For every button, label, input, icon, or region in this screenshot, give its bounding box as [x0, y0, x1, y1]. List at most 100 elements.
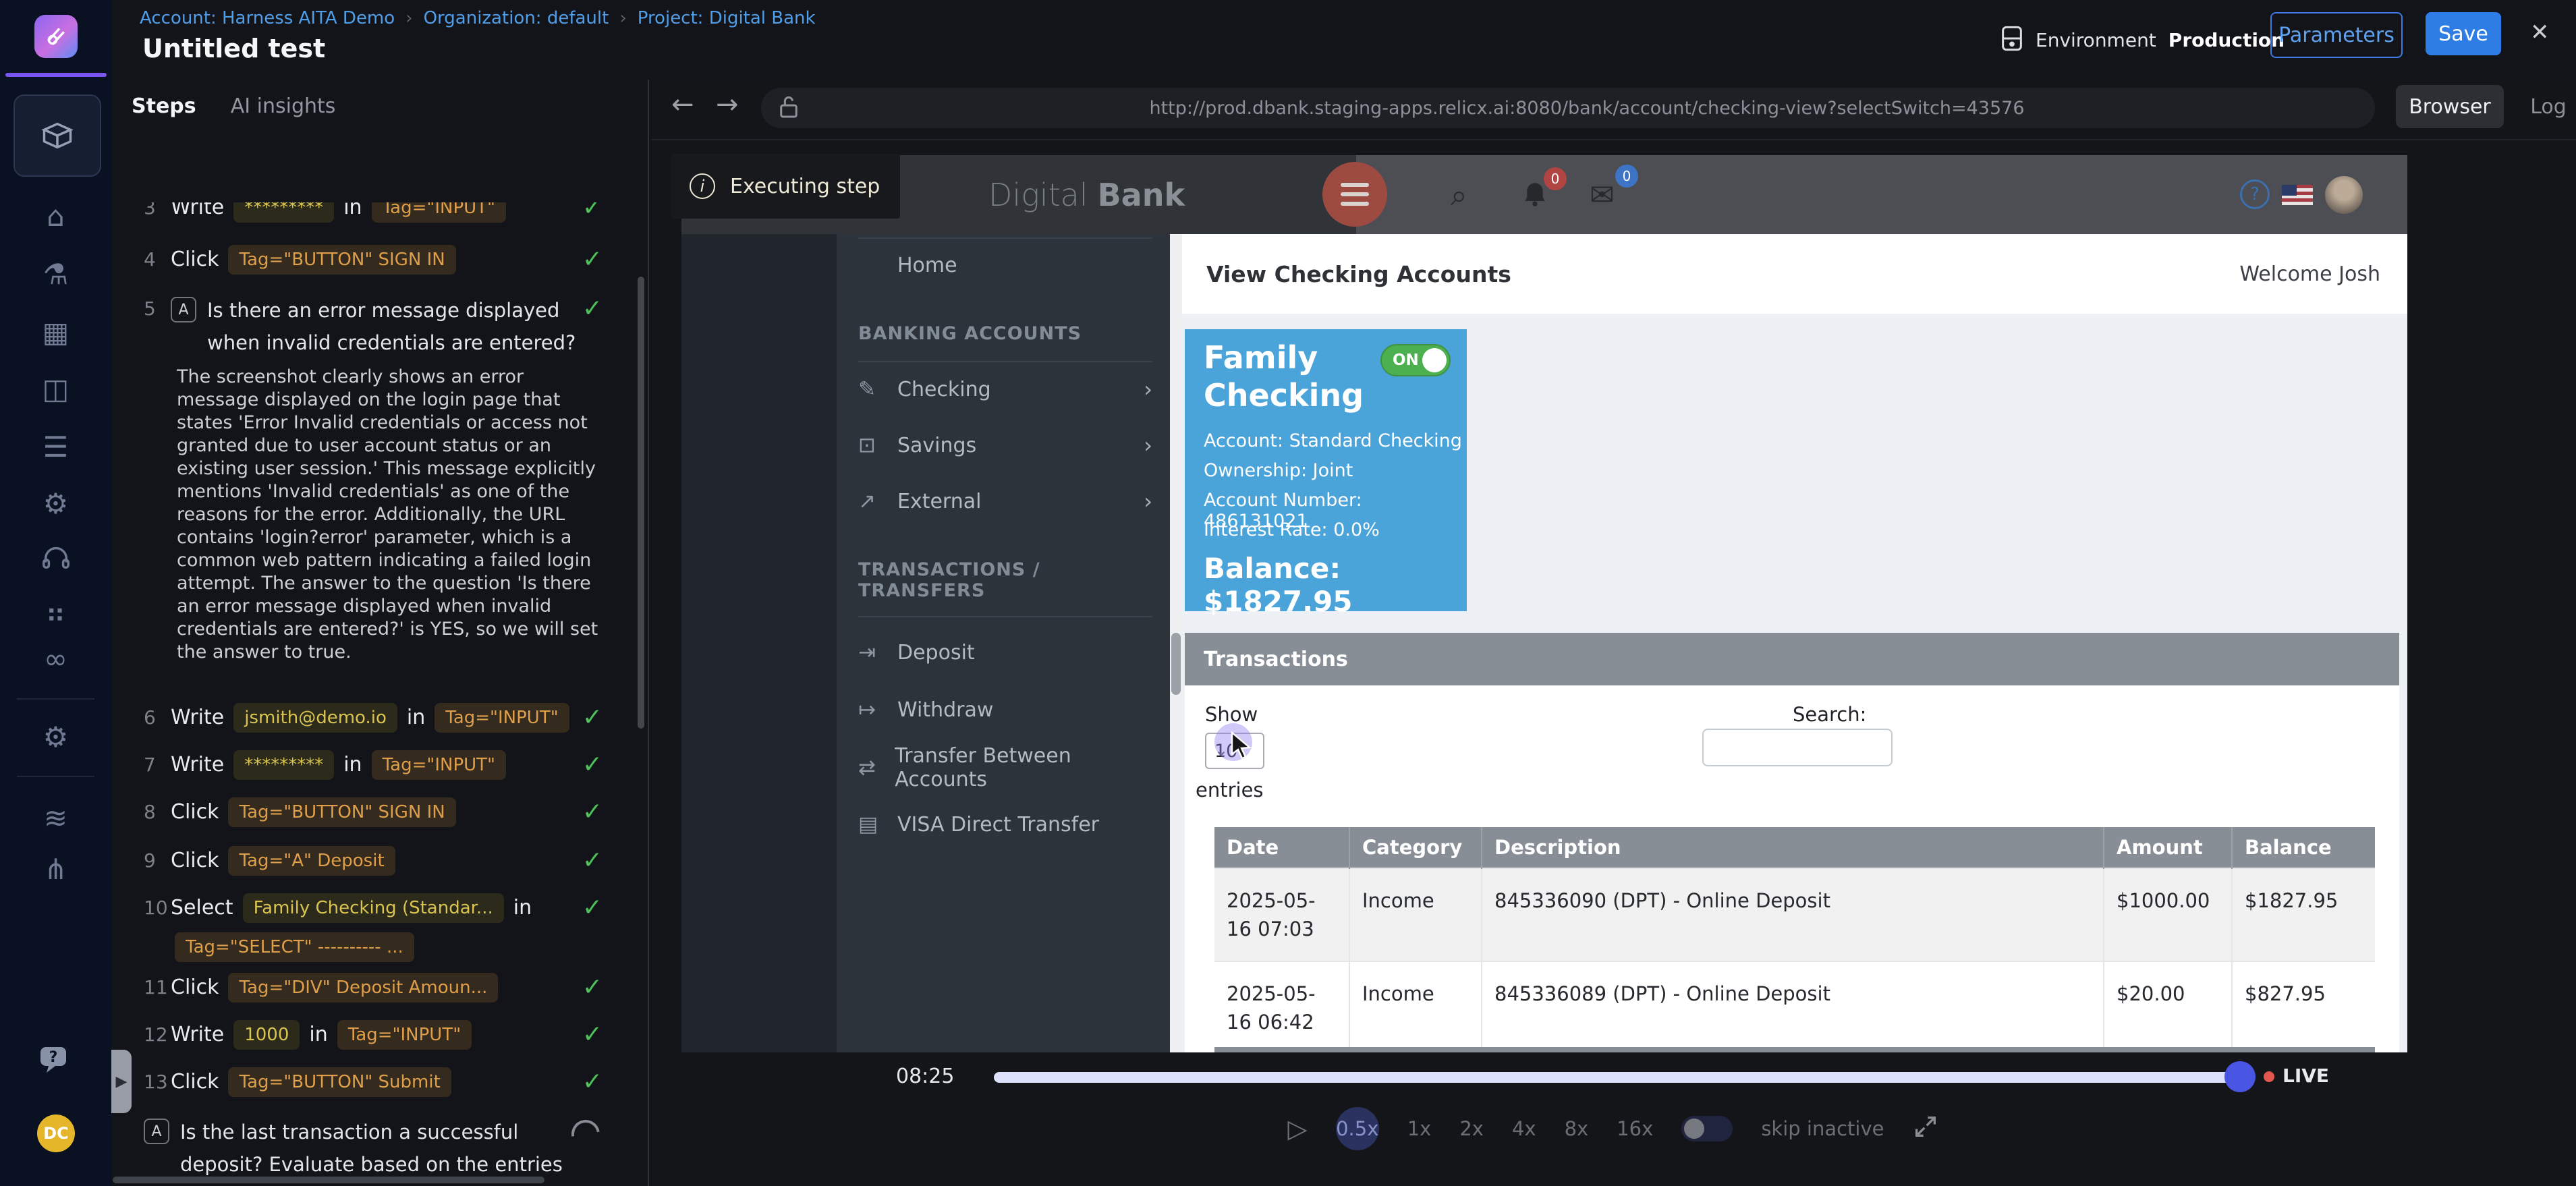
- col-amount[interactable]: Amount: [2104, 827, 2232, 868]
- settings-gear-icon[interactable]: ⚙: [0, 721, 111, 754]
- content-scrollbar[interactable]: [1170, 234, 1182, 1052]
- step-row[interactable]: 7Write*********inTag="INPUT" ✓: [144, 750, 619, 780]
- step-row-assertion[interactable]: AIs the last transaction a successful de…: [144, 1116, 619, 1177]
- tab-log[interactable]: Log: [2521, 85, 2575, 128]
- step-number: 4: [144, 245, 171, 275]
- check-icon: ✓: [582, 294, 603, 324]
- environment-value[interactable]: Production: [2168, 29, 2285, 51]
- step-row[interactable]: 11ClickTag="DIV" Deposit Amoun... ✓: [144, 973, 619, 1003]
- rail-item-modules-active[interactable]: [13, 94, 101, 177]
- steps-hscrollbar-thumb[interactable]: [113, 1177, 544, 1183]
- speed-1x[interactable]: 1x: [1407, 1117, 1432, 1140]
- bank-bell-icon[interactable]: [1521, 179, 1548, 217]
- close-icon[interactable]: ✕: [2530, 19, 2550, 46]
- speed-8x[interactable]: 8x: [1565, 1117, 1589, 1140]
- org-chart-icon[interactable]: ⋔: [0, 853, 111, 886]
- browser-back-icon[interactable]: ←: [671, 89, 694, 120]
- col-description[interactable]: Description: [1482, 827, 2104, 868]
- browser-pane: ← → http://prod.dbank.staging-apps.relic…: [651, 80, 2576, 1186]
- bank-logo[interactable]: Digital Bank: [988, 155, 1185, 234]
- live-label[interactable]: LIVE: [2283, 1065, 2329, 1087]
- breadcrumb-separator: ›: [619, 8, 626, 28]
- speed-16x[interactable]: 16x: [1617, 1117, 1653, 1140]
- user-avatar[interactable]: DC: [37, 1114, 75, 1152]
- sidebar-item-checking[interactable]: ✎ Checking ›: [858, 369, 1152, 410]
- live-dot: [2264, 1071, 2274, 1082]
- transactions-panel: Transactions Show 10 ⌄ entries Search:: [1185, 633, 2399, 1052]
- tab-steps[interactable]: Steps: [132, 94, 196, 118]
- url-bar[interactable]: http://prod.dbank.staging-apps.relicx.ai…: [761, 88, 2375, 128]
- breadcrumb-account[interactable]: Account: Harness AITA Demo: [140, 8, 395, 28]
- step-row[interactable]: 9ClickTag="A" Deposit ✓: [144, 846, 619, 876]
- browser-forward-icon[interactable]: →: [716, 89, 739, 120]
- sidebar-item-visa-direct[interactable]: ▤ VISA Direct Transfer: [858, 804, 1152, 845]
- bank-search-icon[interactable]: ⌕: [1451, 178, 1467, 213]
- step-action: Click: [171, 1070, 219, 1094]
- bank-help-icon[interactable]: ?: [2240, 179, 2270, 209]
- sidebar-item-home[interactable]: Home: [858, 245, 1152, 285]
- search-input[interactable]: [1702, 729, 1893, 766]
- tab-browser[interactable]: Browser: [2396, 85, 2504, 128]
- step-row[interactable]: 13ClickTag="BUTTON" Submit ✓: [144, 1067, 619, 1097]
- col-balance[interactable]: Balance: [2232, 827, 2375, 868]
- step-row[interactable]: 6Writejsmith@demo.ioinTag="INPUT" ✓: [144, 703, 619, 733]
- playback-progress-thumb[interactable]: [2224, 1061, 2256, 1092]
- columns-icon[interactable]: ◫: [0, 372, 111, 405]
- sidebar-item-withdraw[interactable]: ↦ Withdraw: [858, 689, 1152, 730]
- save-button[interactable]: Save: [2426, 12, 2501, 55]
- chevron-right-icon: ›: [1144, 376, 1152, 402]
- step-tag-chip: Tag="SELECT" ---------- ...: [175, 932, 414, 962]
- step-number: 11: [144, 973, 171, 1003]
- sidebar-item-external[interactable]: ↗ External ›: [858, 481, 1152, 521]
- infinity-icon[interactable]: ∞: [0, 642, 111, 675]
- table-row[interactable]: 2025-05-16 06:42 Income 845336089 (DPT) …: [1214, 961, 2375, 1052]
- playback-progress-track[interactable]: [994, 1072, 2234, 1083]
- fullscreen-icon[interactable]: [1912, 1113, 1939, 1145]
- url-text[interactable]: http://prod.dbank.staging-apps.relicx.ai…: [799, 98, 2375, 119]
- account-toggle[interactable]: ON: [1380, 344, 1451, 376]
- bank-menu-button[interactable]: [1322, 162, 1387, 227]
- step-row[interactable]: 10SelectFamily Checking (Standar...in Ta…: [144, 893, 619, 962]
- pipeline-icon[interactable]: ⠶: [0, 596, 111, 629]
- sidebar-item-deposit[interactable]: ⇥ Deposit: [858, 632, 1152, 673]
- step-row-assertion[interactable]: 5AIs there an error message displayed wh…: [144, 294, 619, 359]
- gear-icon[interactable]: ⚙: [0, 487, 111, 520]
- harness-logo-icon[interactable]: [34, 15, 78, 58]
- play-icon[interactable]: ▷: [1288, 1114, 1308, 1143]
- home-icon[interactable]: ⌂: [0, 200, 111, 233]
- headset-icon[interactable]: [0, 544, 111, 577]
- flask-icon[interactable]: ⚗: [0, 258, 111, 291]
- col-date[interactable]: Date: [1214, 827, 1349, 868]
- bank-mail-icon[interactable]: ✉: [1590, 178, 1615, 213]
- list-icon[interactable]: ☰: [0, 430, 111, 463]
- chat-help-icon[interactable]: ?: [0, 1043, 111, 1083]
- step-row[interactable]: 3Write*********inTag="INPUT" ✓: [144, 202, 619, 223]
- us-flag-icon[interactable]: [2282, 185, 2313, 205]
- step-row[interactable]: 4ClickTag="BUTTON" SIGN IN ✓: [144, 245, 619, 275]
- tab-ai-insights[interactable]: AI insights: [231, 94, 336, 118]
- bank-user-avatar[interactable]: [2325, 176, 2363, 214]
- skip-inactive-toggle[interactable]: [1681, 1116, 1733, 1141]
- sidebar-item-transfer[interactable]: ⇄ Transfer Between Accounts: [858, 747, 1152, 788]
- table-row[interactable]: 2025-05-16 07:03 Income 845336090 (DPT) …: [1214, 868, 2375, 961]
- step-row[interactable]: 8ClickTag="BUTTON" SIGN IN ✓: [144, 797, 619, 827]
- account-interest: Interest Rate: 0.0%: [1204, 519, 1380, 540]
- speed-0-5x[interactable]: 0.5x: [1336, 1107, 1379, 1150]
- grid-icon[interactable]: ▦: [0, 316, 111, 349]
- speed-4x[interactable]: 4x: [1512, 1117, 1536, 1140]
- step-row[interactable]: 12Write1000inTag="INPUT" ✓: [144, 1020, 619, 1050]
- content-scrollbar-thumb[interactable]: [1171, 633, 1181, 695]
- sidebar-item-savings[interactable]: ⊡ Savings ›: [858, 425, 1152, 465]
- parameters-button[interactable]: Parameters: [2270, 12, 2403, 58]
- assertion-question: Is the last transaction a successful dep…: [180, 1116, 565, 1177]
- col-category[interactable]: Category: [1349, 827, 1482, 868]
- account-card-title: Family Checking: [1204, 339, 1366, 414]
- collapse-panel-handle[interactable]: ▶: [111, 1050, 132, 1113]
- account-card[interactable]: Family Checking ON Account: Standard Che…: [1185, 329, 1467, 611]
- steps-scrollbar-thumb[interactable]: [638, 277, 644, 729]
- speed-2x[interactable]: 2x: [1459, 1117, 1484, 1140]
- breadcrumb-organization[interactable]: Organization: default: [424, 8, 609, 28]
- layers-icon[interactable]: ≋: [0, 801, 111, 835]
- welcome-text: Welcome Josh: [2239, 234, 2380, 314]
- breadcrumb-project[interactable]: Project: Digital Bank: [638, 8, 816, 28]
